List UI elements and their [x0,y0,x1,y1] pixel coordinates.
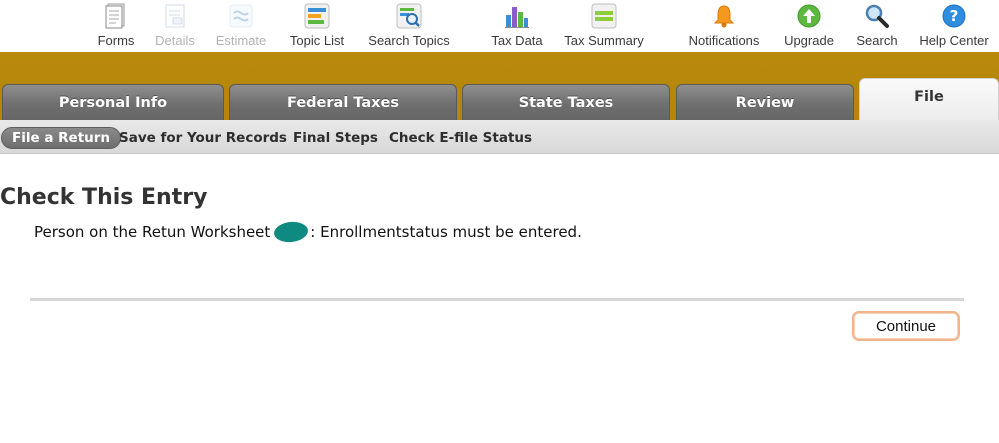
toolbar-tax-summary[interactable]: Tax Summary [560,0,648,52]
estimate-icon [228,3,254,29]
tax-summary-icon [591,3,617,29]
toolbar-estimate[interactable]: Estimate [212,0,270,52]
toolbar-notifications-label: Notifications [688,33,760,48]
tab-label: Personal Info [58,94,168,111]
toolbar-estimate-label: Estimate [215,33,267,48]
toolbar-upgrade[interactable]: Upgrade [780,0,838,52]
toolbar-tax-summary-label: Tax Summary [564,33,644,48]
toolbar-search[interactable]: Search [852,0,902,52]
message-prefix: Person on the Retun Worksheet [34,223,271,241]
toolbar-tax-data-label: Tax Data [491,33,543,48]
details-icon [162,3,188,29]
tab-label: Federal Taxes [287,94,399,111]
divider [30,298,964,301]
svg-text:?: ? [950,7,959,25]
toolbar-search-topics-label: Search Topics [368,33,450,48]
message-suffix: : Enrollmentstatus must be entered. [310,223,582,241]
top-toolbar: Forms Details Estimate Topic List Search… [0,0,999,52]
magnifier-icon [864,3,890,29]
toolbar-search-topics[interactable]: Search Topics [362,0,456,52]
page-title: Check This Entry [0,185,208,210]
toolbar-forms-label: Forms [97,33,135,48]
tab-personal-info[interactable]: Personal Info [2,84,224,120]
help-icon: ? [941,3,967,29]
tab-state-taxes[interactable]: State Taxes [462,84,670,120]
bell-icon [711,3,737,29]
subnav-check-efile-status[interactable]: Check E-file Status [389,128,532,148]
tab-label: State Taxes [518,94,614,111]
subnav-file-a-return[interactable]: File a Return [1,127,122,149]
redaction-mark [273,220,310,244]
upgrade-arrow-icon [796,3,822,29]
sub-navigation: File a Return Save for Your Records Fina… [0,120,999,154]
search-topics-icon [396,3,422,29]
subnav-save-for-your-records[interactable]: Save for Your Records [119,128,287,148]
tab-label: File [914,89,944,105]
forms-icon [103,3,129,29]
continue-button[interactable]: Continue [852,311,960,341]
tab-federal-taxes[interactable]: Federal Taxes [229,84,457,120]
toolbar-topic-list-label: Topic List [289,33,345,48]
tab-review[interactable]: Review [676,84,854,120]
topic-list-icon [304,3,330,29]
tab-file[interactable]: File [859,78,999,120]
toolbar-tax-data[interactable]: Tax Data [488,0,546,52]
error-message: Person on the Retun Worksheet : Enrollme… [34,220,582,244]
toolbar-notifications[interactable]: Notifications [682,0,766,52]
toolbar-help-center[interactable]: ? Help Center [914,0,994,52]
bar-chart-icon [504,3,530,29]
toolbar-forms[interactable]: Forms [94,0,138,52]
tab-label: Review [735,94,795,111]
subnav-final-steps[interactable]: Final Steps [293,128,378,148]
toolbar-help-center-label: Help Center [919,33,989,48]
toolbar-details-label: Details [155,33,195,48]
toolbar-search-label: Search [856,33,898,48]
toolbar-upgrade-label: Upgrade [784,33,834,48]
toolbar-topic-list[interactable]: Topic List [284,0,350,52]
toolbar-details[interactable]: Details [150,0,200,52]
